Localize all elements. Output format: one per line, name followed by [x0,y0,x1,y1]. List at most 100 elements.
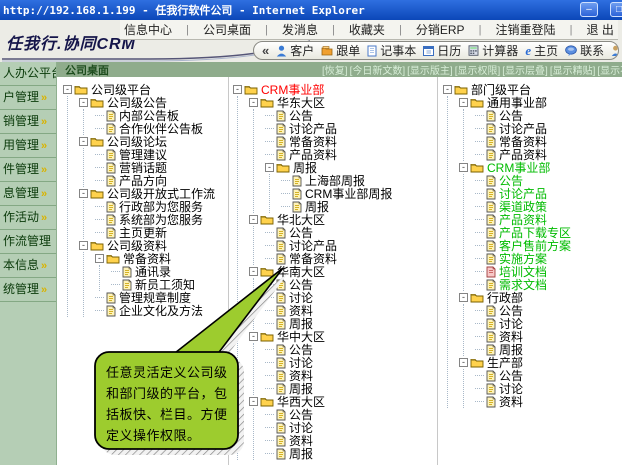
tree-node: -公司级平台-公司级公告内部公告板合作伙伴公告板-公司级论坛管理建议营销话题产品… [63,83,215,317]
notebook-icon [367,45,377,57]
calendar-button[interactable]: 日历 [423,42,461,59]
menu-item-company-desktop[interactable]: 公司桌面 [199,21,255,38]
calculator-button[interactable]: 计算器 [468,42,518,59]
sidebar-item-app-mgmt[interactable]: 用管理» [0,134,56,158]
tree-connector [475,193,484,194]
collapse-icon[interactable]: - [249,332,258,341]
tree-doc-row[interactable]: 产品资料 [265,148,392,161]
menu-item-relogin[interactable]: 注销重登陆 [492,21,560,38]
menu-item-info-center[interactable]: 信息中心 [120,21,176,38]
doc-icon [486,136,496,148]
collapse-icon[interactable]: - [249,397,258,406]
collapse-icon[interactable]: - [79,98,88,107]
folder-icon [260,97,274,108]
link-show-not-allowed[interactable]: [显示不允许 [597,62,622,77]
tree-node: -公司级资料-常备资料通讯录新员工须知管理规章制度企业文化及方法 [79,239,215,317]
collapse-icon[interactable]: - [95,254,104,263]
menu-item-exit[interactable]: 退 出 [582,21,617,38]
window-titlebar: http://192.168.1.199 - 任我行软件公司 - Interne… [0,0,622,20]
tree-connector [265,284,274,285]
tree-folder-row[interactable]: -华西大区 [249,395,392,408]
tree-doc-row[interactable]: 讨论 [265,291,392,304]
tree-folder-row[interactable]: -华中大区 [249,330,392,343]
folder-icon [74,84,88,95]
menu-item-send-message[interactable]: 发消息 [278,21,322,38]
contact-button[interactable]: 联系 [565,42,604,59]
collapse-icon[interactable]: - [459,98,468,107]
tree-folder-row[interactable]: -华东大区 [249,96,392,109]
order-button[interactable]: 跟单 [321,42,360,59]
tree-connector [475,219,484,220]
notepad-button[interactable]: 记事本 [367,42,416,59]
collapse-icon[interactable]: - [459,163,468,172]
menu-item-distribution-erp[interactable]: 分销ERP [412,21,469,38]
tree-doc-row[interactable]: 公告 [265,343,392,356]
doc-icon [276,370,286,382]
link-today-new-posts[interactable]: [今日新文数] [350,62,406,77]
collapse-icon[interactable]: - [443,85,452,94]
menu-separator: | [265,24,268,36]
collapse-icon[interactable]: - [249,98,258,107]
tree-doc-row[interactable]: 讨论 [265,356,392,369]
link-show-moderator[interactable]: [显示版主] [407,62,453,77]
collapse-icon[interactable]: - [249,215,258,224]
toolbar-label: 客户 [290,42,314,59]
sidebar-item-basic-info[interactable]: 本信息» [0,254,56,278]
tree-node: 讨论 [265,356,392,369]
home-button[interactable]: e主页 [525,42,558,59]
tree-connector [475,232,484,233]
maximize-button[interactable]: □ [610,2,622,17]
sidebar-item-collab-activity[interactable]: 作活动» [0,206,56,230]
tree-doc-row[interactable]: 企业文化及方法 [95,304,215,317]
sidebar-item-file-mgmt[interactable]: 件管理» [0,158,56,182]
tree-node: -公司级公告内部公告板合作伙伴公告板 [79,96,215,135]
column-separator [437,77,438,465]
collapse-icon[interactable]: - [265,163,274,172]
link-show-cascade[interactable]: [显示层叠] [502,62,548,77]
tree-connector [265,375,274,376]
tree-doc-row[interactable]: 资料 [265,304,392,317]
link-restore[interactable]: [恢复] [322,62,348,77]
sidebar-item-workflow-mgmt[interactable]: 作流管理 [0,230,56,254]
callout-text: 任意灵活定义公司级和部门级的平台，包括板快、栏目。方便定义操作权限。 [106,362,230,446]
tree-doc-row[interactable]: 周报 [265,447,392,460]
browser-window: http://192.168.1.199 - 任我行软件公司 - Interne… [0,0,622,465]
back-button[interactable]: « [262,46,269,56]
tree-folder-row[interactable]: -华北大区 [249,213,392,226]
tree-folder-row[interactable]: -华南大区 [249,265,392,278]
tree-doc-row[interactable]: 讨论 [265,421,392,434]
sidebar-item-marketing-mgmt[interactable]: 销管理» [0,110,56,134]
link-show-permission[interactable]: [显示权限] [455,62,501,77]
collapse-icon[interactable]: - [249,267,258,276]
sidebar-item-customer-mgmt[interactable]: 户管理» [0,86,56,110]
tree-connector [95,310,104,311]
tree-doc-row[interactable]: 公告 [265,278,392,291]
doc-icon [276,227,286,239]
collapse-icon[interactable]: - [79,241,88,250]
folder-icon [90,188,104,199]
collapse-icon[interactable]: - [79,137,88,146]
tree-doc-row[interactable]: CRM事业部周报 [281,187,392,200]
customer-button[interactable]: 客户 [276,42,314,59]
link-show-elite[interactable]: [显示精贴] [550,62,596,77]
tree-doc-row[interactable]: 资料 [265,369,392,382]
collapse-icon[interactable]: - [459,358,468,367]
tree-doc-row[interactable]: 资料 [265,434,392,447]
doc-icon [486,396,496,408]
collapse-icon[interactable]: - [233,85,242,94]
menu-item-favorites[interactable]: 收藏夹 [345,21,389,38]
online-users[interactable]: 在线人数: [611,42,619,59]
sidebar-item-info-mgmt[interactable]: 息管理» [0,182,56,206]
collapse-icon[interactable]: - [459,293,468,302]
minimize-button[interactable]: – [580,2,598,17]
collapse-icon[interactable]: - [79,189,88,198]
doc-icon [106,292,116,304]
tree-doc-row[interactable]: 公告 [265,408,392,421]
collapse-icon[interactable]: - [63,85,72,94]
tree-connector [475,375,484,376]
sidebar-item-system-mgmt[interactable]: 统管理» [0,278,56,302]
sidebar-item-office-platform[interactable]: 人办公平台» [0,62,56,86]
menu-separator: | [479,24,482,36]
tree-doc-row[interactable]: 资料 [475,395,571,408]
tree-connector [475,310,484,311]
